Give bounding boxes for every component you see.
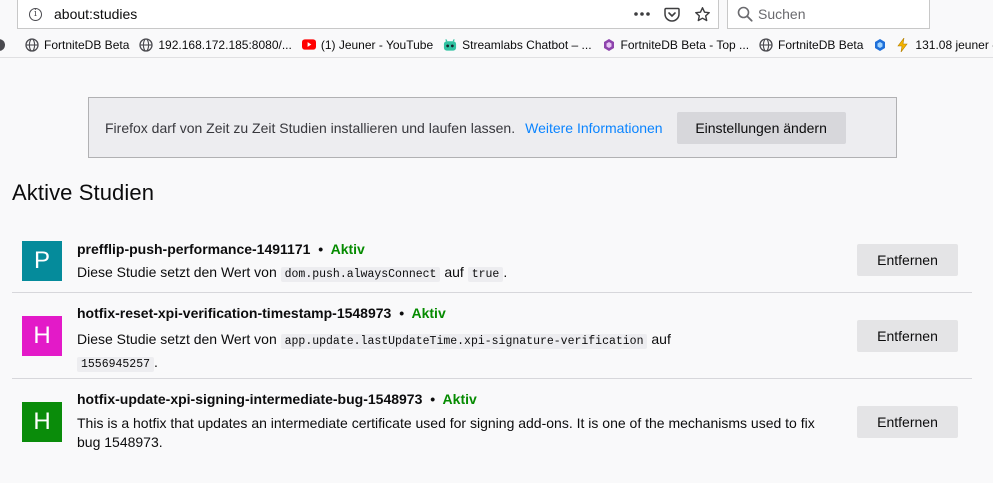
- more-info-link[interactable]: Weitere Informationen: [525, 120, 662, 136]
- bookmark-label: FortniteDB Beta - Top ...: [620, 37, 750, 52]
- status-label: Aktiv: [442, 391, 477, 407]
- more-icon[interactable]: [632, 4, 652, 24]
- status-label: Aktiv: [411, 305, 446, 321]
- study-name: prefflip-push-performance-1491171: [77, 241, 311, 257]
- globe-icon: [759, 37, 773, 52]
- bookmark-label: FortniteDB Beta: [778, 37, 864, 52]
- search-input[interactable]: [758, 6, 918, 22]
- study-item: H hotfix-reset-xpi-verification-timestam…: [12, 293, 972, 379]
- study-description: This is a hotfix that updates an interme…: [77, 415, 815, 450]
- search-bar[interactable]: [727, 0, 930, 29]
- fortnite-icon: [602, 38, 616, 52]
- study-name: hotfix-update-xpi-signing-intermediate-b…: [77, 391, 423, 407]
- site-info-icon[interactable]: i: [29, 7, 42, 21]
- study-item: H hotfix-update-xpi-signing-intermediate…: [12, 379, 972, 465]
- bookmark-item[interactable]: [873, 38, 892, 52]
- streamlabs-icon: [443, 38, 457, 52]
- desc-text: auf: [647, 331, 671, 347]
- bookmark-label: Streamlabs Chatbot – ...: [462, 37, 592, 52]
- studies-page: Firefox darf von Zeit zu Zeit Studien in…: [0, 59, 993, 483]
- study-name: hotfix-reset-xpi-verification-timestamp-…: [77, 305, 392, 321]
- study-item: P prefflip-push-performance-1491171 • Ak…: [12, 226, 972, 293]
- bookmark-item[interactable]: Streamlabs Chatbot – ...: [443, 37, 592, 52]
- studies-notice: Firefox darf von Zeit zu Zeit Studien in…: [88, 97, 897, 158]
- bookmark-label: (1) Jeuner - YouTube: [320, 37, 434, 52]
- bookmark-label: 192.168.172.185:8080/...: [158, 37, 292, 52]
- desc-text: .: [503, 264, 508, 280]
- notice-message: Firefox darf von Zeit zu Zeit Studien in…: [105, 119, 516, 136]
- bookmark-item[interactable]: FortniteDB Beta: [25, 38, 129, 52]
- separator: •: [399, 305, 405, 321]
- bookmarks-bar: FortniteDB Beta 192.168.172.185:8080/...…: [0, 32, 993, 58]
- separator: •: [318, 241, 324, 257]
- separator: •: [430, 391, 436, 407]
- bookmark-item[interactable]: FortniteDB Beta - Top ...: [602, 37, 750, 52]
- study-title: prefflip-push-performance-1491171 • Akti…: [77, 241, 365, 257]
- desc-text: Diese Studie setzt den Wert von: [77, 331, 281, 347]
- remove-button[interactable]: Entfernen: [857, 244, 958, 276]
- pref-value: true: [467, 267, 504, 282]
- blue-bookmark-icon: [873, 38, 887, 52]
- study-icon: P: [22, 241, 62, 281]
- bookmark-item[interactable]: [0, 38, 11, 52]
- remove-button[interactable]: Entfernen: [857, 320, 958, 352]
- study-description: Diese Studie setzt den Wert von dom.push…: [77, 263, 837, 284]
- bookmark-item[interactable]: (1) Jeuner - YouTube: [301, 37, 434, 52]
- study-icon: H: [22, 316, 62, 356]
- desc-text: Diese Studie setzt den Wert von: [77, 264, 281, 280]
- bookmark-item[interactable]: FortniteDB Beta: [759, 38, 863, 52]
- page-actions: [632, 4, 712, 24]
- cut-off-bookmark-icon: [0, 38, 6, 52]
- youtube-icon: [301, 38, 316, 52]
- bookmark-item[interactable]: 131.08 jeuner - Fo: [896, 37, 993, 52]
- study-icon: H: [22, 402, 62, 442]
- lightning-icon: [896, 37, 910, 52]
- bookmark-item[interactable]: 192.168.172.185:8080/...: [139, 37, 292, 52]
- url-text[interactable]: about:studies: [54, 6, 137, 22]
- page-title: Aktive Studien: [12, 180, 155, 205]
- bookmark-star-icon[interactable]: [692, 4, 712, 24]
- desc-text: auf: [440, 264, 468, 280]
- bookmark-label: FortniteDB Beta: [44, 37, 130, 52]
- bookmark-label: 131.08 jeuner - Fo: [915, 37, 993, 52]
- url-bar[interactable]: i about:studies: [17, 0, 719, 29]
- search-icon: [737, 6, 753, 22]
- browser-toolbar: i about:studies: [0, 0, 993, 32]
- status-label: Aktiv: [330, 241, 365, 257]
- remove-button[interactable]: Entfernen: [857, 406, 958, 438]
- pocket-icon[interactable]: [662, 4, 682, 24]
- pref-name: dom.push.alwaysConnect: [280, 267, 441, 282]
- study-title: hotfix-update-xpi-signing-intermediate-b…: [77, 391, 477, 407]
- desc-text: .: [154, 354, 158, 370]
- pref-name: app.update.lastUpdateTime.xpi-signature-…: [280, 334, 648, 349]
- study-description: Diese Studie setzt den Wert von app.upda…: [77, 329, 837, 375]
- change-settings-button[interactable]: Einstellungen ändern: [676, 111, 846, 144]
- globe-icon: [139, 37, 154, 52]
- pref-value: 1556945257: [77, 357, 155, 372]
- study-title: hotfix-reset-xpi-verification-timestamp-…: [77, 305, 446, 321]
- globe-icon: [25, 37, 39, 52]
